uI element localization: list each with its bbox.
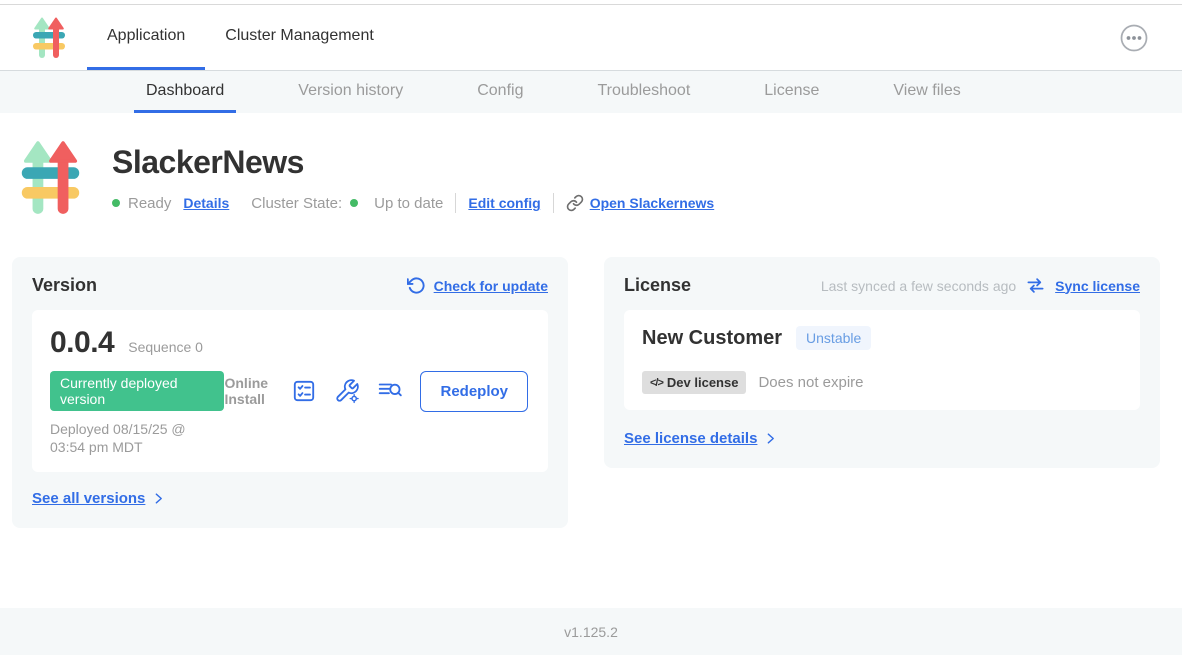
license-card-title: License (624, 275, 691, 296)
see-license-details-group[interactable]: See license details (624, 430, 777, 447)
redeploy-button[interactable]: Redeploy (420, 371, 528, 412)
details-link[interactable]: Details (183, 195, 229, 211)
install-type-label: Online Install (224, 375, 274, 407)
preflight-checklist-icon[interactable] (291, 378, 317, 404)
license-card: License Last synced a few seconds ago Sy… (604, 257, 1160, 468)
last-synced-text: Last synced a few seconds ago (821, 278, 1016, 294)
link-chain-icon (566, 194, 584, 212)
subnav-dashboard[interactable]: Dashboard (134, 71, 236, 113)
currently-deployed-badge: Currently deployed version (50, 371, 224, 411)
version-card-title: Version (32, 275, 97, 296)
divider (455, 193, 456, 213)
app-logo-icon (20, 138, 81, 218)
license-detail-panel: New Customer Unstable </> Dev license Do… (624, 310, 1140, 410)
version-card: Version Check for update 0.0.4 Sequence … (12, 257, 568, 528)
sync-license-link[interactable]: Sync license (1055, 278, 1140, 294)
top-nav-tabs: Application Cluster Management (87, 5, 394, 70)
page-title: SlackerNews (112, 144, 714, 181)
check-for-update-link[interactable]: Check for update (434, 278, 548, 294)
app-status-dot (112, 199, 120, 207)
chevron-right-icon (152, 492, 165, 505)
console-version: v1.125.2 (564, 624, 618, 640)
subnav-license[interactable]: License (752, 71, 831, 113)
subnav-view-files[interactable]: View files (881, 71, 972, 113)
cluster-state-dot (350, 199, 358, 207)
overflow-menu-button[interactable] (1119, 23, 1149, 53)
check-for-update-group[interactable]: Check for update (407, 276, 548, 295)
current-version-panel: 0.0.4 Sequence 0 Currently deployed vers… (32, 310, 548, 472)
edit-config-link[interactable]: Edit config (468, 195, 540, 211)
dashboard-cards: Version Check for update 0.0.4 Sequence … (12, 257, 1160, 528)
app-header: SlackerNews Ready Details Cluster State:… (0, 113, 1182, 218)
see-all-versions-link[interactable]: See all versions (32, 490, 145, 507)
open-slackernews-link[interactable]: Open Slackernews (590, 195, 715, 211)
tab-application[interactable]: Application (87, 5, 205, 70)
license-type-badge: </> Dev license (642, 371, 746, 394)
see-all-versions-group[interactable]: See all versions (32, 490, 165, 507)
cluster-state-value: Up to date (374, 195, 443, 212)
channel-badge: Unstable (796, 326, 871, 350)
app-status-row: Ready Details Cluster State: Up to date … (112, 193, 714, 213)
deployed-timestamp: Deployed 08/15/25 @ 03:54 pm MDT (50, 420, 224, 456)
refresh-icon (407, 276, 426, 295)
license-type-text: Dev license (667, 375, 739, 390)
slackernews-logo-icon (32, 16, 66, 60)
cluster-state-label: Cluster State: (251, 195, 342, 212)
see-license-details-link[interactable]: See license details (624, 430, 757, 447)
sync-icon (1026, 277, 1045, 294)
divider (553, 193, 554, 213)
subnav-config[interactable]: Config (465, 71, 535, 113)
app-status-text: Ready (128, 195, 171, 212)
license-expiry-text: Does not expire (758, 374, 863, 391)
code-icon: </> (650, 377, 663, 389)
version-number: 0.0.4 (50, 326, 114, 360)
customer-name: New Customer (642, 327, 782, 350)
open-app-group[interactable]: Open Slackernews (566, 194, 715, 212)
ellipsis-circle-icon (1119, 23, 1149, 53)
subnav-version-history[interactable]: Version history (286, 71, 415, 113)
subnav-troubleshoot[interactable]: Troubleshoot (585, 71, 702, 113)
config-wrench-icon[interactable] (334, 378, 360, 404)
chevron-right-icon (764, 432, 777, 445)
deploy-logs-icon[interactable] (377, 378, 403, 404)
app-sub-nav: Dashboard Version history Config Trouble… (0, 70, 1182, 113)
top-nav: Application Cluster Management (0, 5, 1182, 70)
console-footer: v1.125.2 (0, 608, 1182, 655)
sequence-label: Sequence 0 (128, 339, 203, 355)
tab-cluster-management[interactable]: Cluster Management (205, 5, 394, 70)
dashboard-main: SlackerNews Ready Details Cluster State:… (0, 113, 1182, 608)
